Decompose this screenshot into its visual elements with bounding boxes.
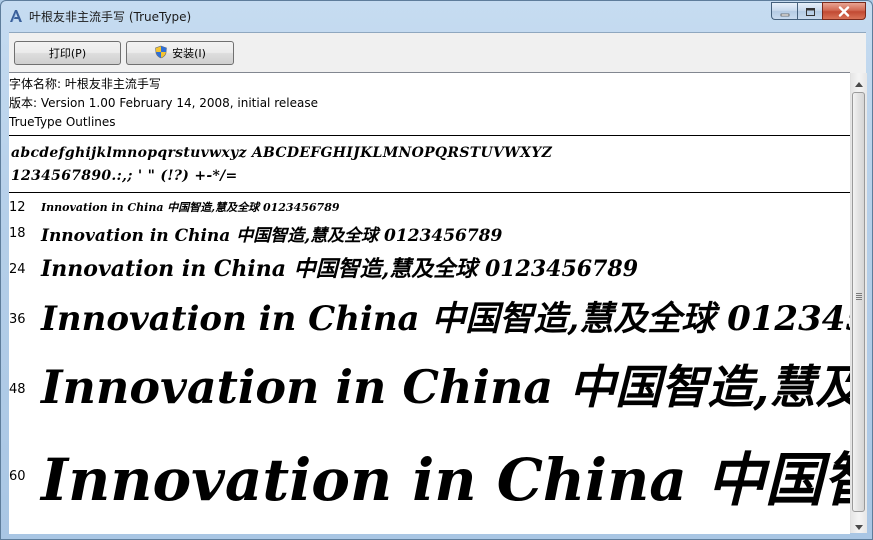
sample-size-label: 24 (9, 262, 26, 277)
scroll-up-icon (855, 72, 863, 91)
minimize-button[interactable] (771, 2, 797, 20)
font-info: 字体名称: 叶根友非主流手写 版本: Version 1.00 February… (9, 75, 318, 132)
charset-letters: abcdefghijklmnopqrstuvwxyz ABCDEFGHIJKLM… (11, 145, 553, 161)
scrollbar-thumb[interactable] (852, 92, 865, 512)
grip-icon (856, 293, 862, 301)
maximize-button[interactable] (797, 2, 822, 20)
sample-row-12: 12 Innovation in China 中国智造,慧及全球 0123456… (9, 198, 850, 218)
sample-text: Innovation in China 中国智造,慧及全球 0123456789 (41, 299, 850, 339)
font-app-icon (8, 8, 24, 24)
sample-size-label: 48 (9, 382, 26, 397)
sample-text: Innovation in China 中国智造,慧及全球 0123456789 (41, 446, 850, 514)
scroll-up-button[interactable] (851, 73, 867, 90)
scroll-down-button[interactable] (851, 516, 867, 533)
charset-digits-symbols: 1234567890.:,; ' " (!?) +-*/= (11, 168, 238, 184)
install-button[interactable]: 安装(I) (126, 41, 234, 65)
sample-row-60: 60 Innovation in China 中国智造,慧及全球 0123456… (9, 423, 850, 519)
print-button-label: 打印(P) (48, 47, 87, 60)
sample-row-48: 48 Innovation in China 中国智造,慧及全球 0123456… (9, 345, 850, 415)
font-preview-pane: 字体名称: 叶根友非主流手写 版本: Version 1.00 February… (9, 72, 850, 534)
minimize-icon (780, 2, 790, 21)
charset-divider (9, 192, 850, 193)
sample-size-label: 60 (9, 469, 26, 484)
maximize-icon (805, 2, 816, 21)
sample-text: Innovation in China 中国智造,慧及全球 0123456789 (41, 360, 850, 414)
scroll-down-icon (855, 515, 863, 534)
sample-row-24: 24 Innovation in China 中国智造,慧及全球 0123456… (9, 250, 850, 284)
sample-row-18: 18 Innovation in China 中国智造,慧及全球 0123456… (9, 221, 850, 247)
close-button[interactable] (822, 2, 866, 20)
sample-text: Innovation in China 中国智造,慧及全球 0123456789 (41, 256, 639, 282)
close-icon (838, 2, 850, 21)
install-button-label: 安装(I) (172, 47, 206, 60)
toolbar: 打印(P) 安装(I) (9, 32, 866, 73)
sample-size-label: 36 (9, 312, 26, 327)
sample-row-36: 36 Innovation in China 中国智造,慧及全球 0123456… (9, 287, 850, 343)
font-viewer-window: 叶根友非主流手写 (TrueType) 打印(P) 安装(I) 字体名称: 叶根… (0, 0, 873, 540)
font-type-line: TrueType Outlines (9, 115, 116, 129)
info-divider (9, 135, 850, 136)
sample-text: Innovation in China 中国智造,慧及全球 0123456789 (41, 226, 503, 246)
sample-size-label: 18 (9, 226, 26, 241)
font-name-line: 字体名称: 叶根友非主流手写 (9, 77, 161, 91)
window-title: 叶根友非主流手写 (TrueType) (29, 10, 192, 24)
sample-text: Innovation in China 中国智造,慧及全球 0123456789 (41, 201, 340, 214)
title-bar[interactable]: 叶根友非主流手写 (TrueType) (1, 1, 872, 31)
font-version-line: 版本: Version 1.00 February 14, 2008, init… (9, 96, 318, 110)
vertical-scrollbar[interactable] (850, 73, 867, 533)
print-button[interactable]: 打印(P) (14, 41, 121, 65)
caption-controls (771, 2, 866, 22)
uac-shield-icon (154, 45, 168, 62)
sample-size-label: 12 (9, 200, 26, 215)
